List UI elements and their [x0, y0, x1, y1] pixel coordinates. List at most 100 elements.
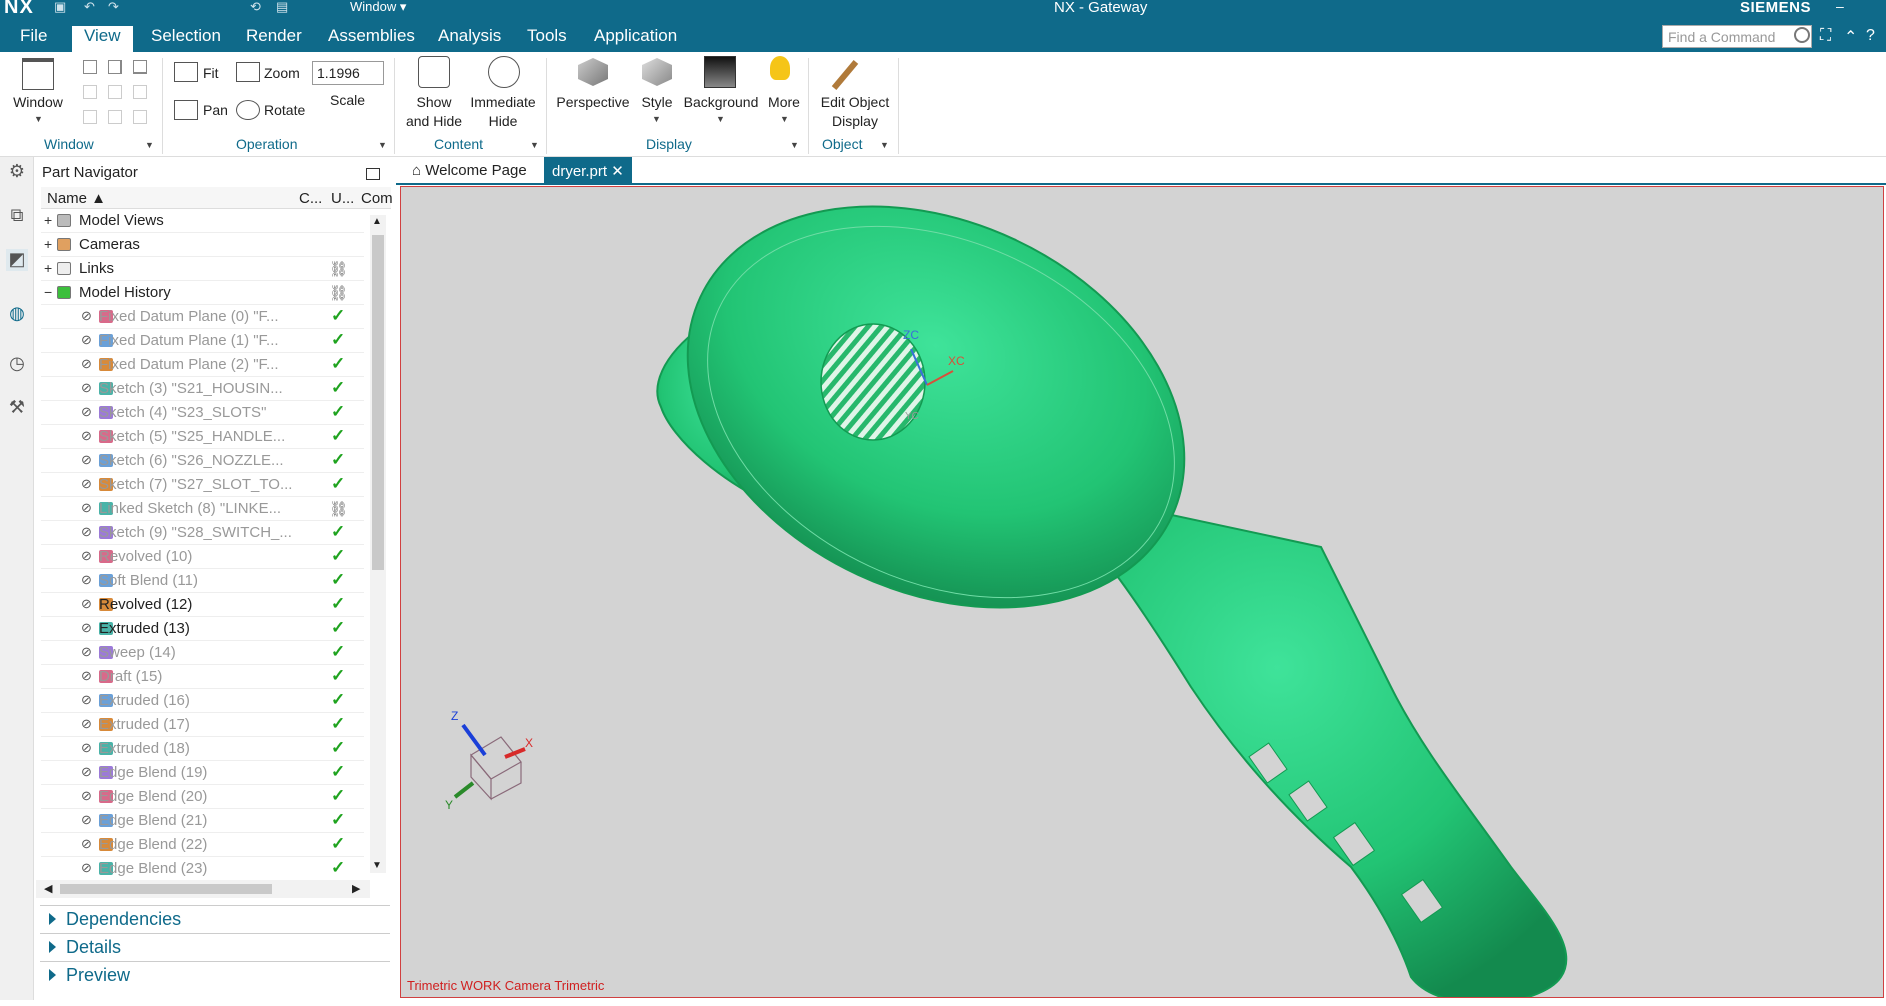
layout-grid-icon[interactable]	[83, 85, 97, 99]
window-button[interactable]: Window	[12, 94, 64, 110]
window-layout-icon[interactable]: ▤	[276, 0, 288, 15]
visibility-icon[interactable]: ⊘	[81, 524, 92, 540]
help-icon[interactable]: ?	[1866, 27, 1875, 45]
visibility-icon[interactable]: ⊘	[81, 836, 92, 852]
chevron-down-icon[interactable]: ▼	[716, 114, 725, 124]
layout-single-icon[interactable]	[83, 60, 97, 74]
layout-split-icon[interactable]	[108, 60, 122, 74]
section-dependencies[interactable]: Dependencies	[40, 905, 390, 933]
assembly-navigator-icon[interactable]: ⧉	[6, 205, 28, 227]
fit-button[interactable]: Fit	[203, 65, 219, 81]
style-button[interactable]: Style	[640, 94, 674, 110]
menu-selection[interactable]: Selection	[151, 26, 221, 46]
roles-icon[interactable]: ⚒	[6, 397, 28, 419]
tree-row[interactable]: ⊘ Sketch (4) "S23_SLOTS" ✓	[41, 401, 364, 425]
column-name[interactable]: Name ▲	[47, 190, 106, 207]
expand-icon[interactable]: +	[44, 260, 52, 276]
minimize-icon[interactable]: –	[1836, 0, 1844, 14]
section-preview[interactable]: Preview	[40, 961, 390, 989]
command-search-input[interactable]: Find a Command	[1662, 25, 1812, 48]
background-button[interactable]: Background	[682, 94, 760, 110]
tree-row[interactable]: ⊘ Extruded (13) ✓	[41, 617, 364, 641]
visibility-icon[interactable]: ⊘	[81, 572, 92, 588]
tree-row[interactable]: ⊘ Extruded (18) ✓	[41, 737, 364, 761]
visibility-icon[interactable]: ⊘	[81, 500, 92, 516]
tree-row[interactable]: ⊘ Edge Blend (19) ✓	[41, 761, 364, 785]
immediate-hide-button-line1[interactable]: Immediate	[468, 94, 538, 110]
chevron-down-icon[interactable]: ▼	[780, 114, 789, 124]
menu-analysis[interactable]: Analysis	[438, 26, 501, 46]
window-menu[interactable]: Window ▾	[350, 0, 406, 15]
section-details[interactable]: Details	[40, 933, 390, 961]
tree-row[interactable]: ⊘ Soft Blend (11) ✓	[41, 569, 364, 593]
menu-assemblies[interactable]: Assemblies	[328, 26, 415, 46]
visibility-icon[interactable]: ⊘	[81, 860, 92, 876]
graphics-viewport[interactable]: ZC XC YC Z X Y Trimetric WORK Camera Tri…	[400, 186, 1884, 998]
tab-dryer-prt[interactable]: dryer.prt ✕	[544, 157, 632, 185]
dryer-model[interactable]: ZC XC YC Z X Y	[401, 187, 1884, 998]
collapse-icon[interactable]: −	[44, 284, 52, 300]
tree-row[interactable]: + Cameras	[41, 233, 364, 257]
layout-grid-icon[interactable]	[108, 85, 122, 99]
chevron-down-icon[interactable]: ▼	[145, 140, 154, 150]
visibility-icon[interactable]: ⊘	[81, 644, 92, 660]
tree-row[interactable]: ⊘ Extruded (17) ✓	[41, 713, 364, 737]
visibility-icon[interactable]: ⊘	[81, 740, 92, 756]
part-navigator-icon[interactable]: ◩	[6, 249, 28, 271]
tree-row[interactable]: ⊘ Sketch (3) "S21_HOUSIN... ✓	[41, 377, 364, 401]
maximize-icon[interactable]	[366, 168, 380, 180]
layout-grid-icon[interactable]	[83, 110, 97, 124]
tree-row[interactable]: ⊘ Sweep (14) ✓	[41, 641, 364, 665]
layout-grid-icon[interactable]	[133, 110, 147, 124]
column-u[interactable]: U...	[331, 190, 354, 207]
visibility-icon[interactable]: ⊘	[81, 428, 92, 444]
visibility-icon[interactable]: ⊘	[81, 668, 92, 684]
zoom-button[interactable]: Zoom	[264, 65, 300, 81]
menu-application[interactable]: Application	[594, 26, 677, 46]
tree-row[interactable]: + Model Views	[41, 209, 364, 233]
search-icon[interactable]	[1794, 27, 1810, 43]
chevron-down-icon[interactable]: ▼	[790, 140, 799, 150]
tree-row[interactable]: − Model History ⛓	[41, 281, 364, 305]
visibility-icon[interactable]: ⊘	[81, 308, 92, 324]
column-com[interactable]: Com	[361, 190, 393, 207]
save-icon[interactable]: ▣	[54, 0, 66, 15]
perspective-button[interactable]: Perspective	[556, 94, 630, 110]
menu-tools[interactable]: Tools	[527, 26, 567, 46]
redo-icon[interactable]: ↷	[108, 0, 119, 15]
visibility-icon[interactable]: ⊘	[81, 716, 92, 732]
visibility-icon[interactable]: ⊘	[81, 692, 92, 708]
scrollbar-thumb[interactable]	[60, 884, 272, 894]
visibility-icon[interactable]: ⊘	[81, 812, 92, 828]
tree-row[interactable]: ⊘ Fixed Datum Plane (1) "F... ✓	[41, 329, 364, 353]
layout-grid-icon[interactable]	[133, 85, 147, 99]
fullscreen-icon[interactable]: ⛶	[1820, 27, 1831, 45]
web-browser-icon[interactable]: ◍	[6, 303, 28, 325]
tree-row[interactable]: ⊘ Revolved (10) ✓	[41, 545, 364, 569]
history-icon[interactable]: ◷	[6, 353, 28, 375]
chevron-down-icon[interactable]: ▼	[378, 140, 387, 150]
tree-row[interactable]: ⊘ Sketch (6) "S26_NOZZLE... ✓	[41, 449, 364, 473]
tree-row[interactable]: ⊘ Edge Blend (20) ✓	[41, 785, 364, 809]
scale-input[interactable]: 1.1996	[312, 61, 384, 85]
tree-row[interactable]: ⊘ Linked Sketch (8) "LINKE... ⛓	[41, 497, 364, 521]
tree-row[interactable]: ⊘ Fixed Datum Plane (2) "F... ✓	[41, 353, 364, 377]
column-c[interactable]: C...	[299, 190, 322, 207]
show-hide-button-line2[interactable]: and Hide	[404, 113, 464, 129]
immediate-hide-button-line2[interactable]: Hide	[468, 113, 538, 129]
visibility-icon[interactable]: ⊘	[81, 764, 92, 780]
tree-row[interactable]: ⊘ Sketch (9) "S28_SWITCH_... ✓	[41, 521, 364, 545]
chevron-down-icon[interactable]: ▼	[34, 114, 43, 124]
rotate-button[interactable]: Rotate	[264, 102, 305, 118]
tree-row[interactable]: ⊘ Extruded (16) ✓	[41, 689, 364, 713]
menu-render[interactable]: Render	[246, 26, 302, 46]
visibility-icon[interactable]: ⊘	[81, 620, 92, 636]
tree-row[interactable]: ⊘ Draft (15) ✓	[41, 665, 364, 689]
visibility-icon[interactable]: ⊘	[81, 596, 92, 612]
scroll-left-icon[interactable]: ◀	[44, 882, 52, 895]
tree-row[interactable]: ⊘ Edge Blend (21) ✓	[41, 809, 364, 833]
edit-object-display-line1[interactable]: Edit Object	[814, 94, 896, 110]
tree-row[interactable]: ⊘ Edge Blend (23) ✓	[41, 857, 364, 881]
scrollbar-thumb[interactable]	[372, 235, 384, 570]
scroll-up-icon[interactable]: ▲	[372, 216, 382, 227]
